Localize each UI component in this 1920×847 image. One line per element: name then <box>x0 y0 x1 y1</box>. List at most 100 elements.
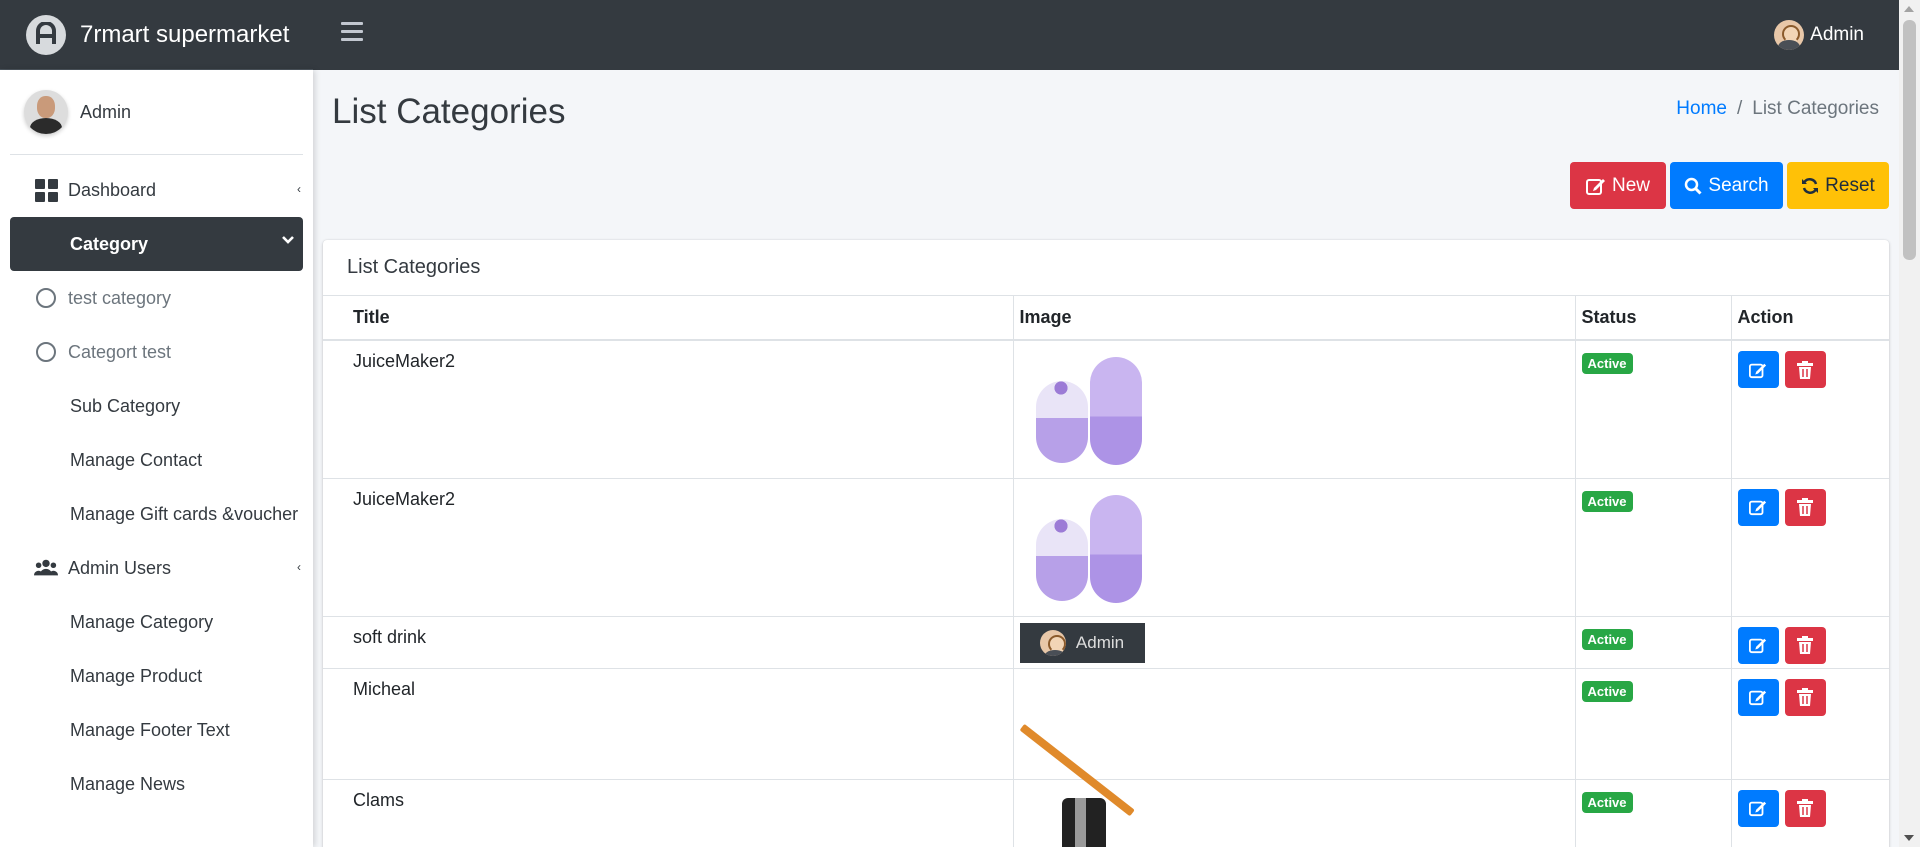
table-row: soft drink Admin Active <box>323 616 1889 669</box>
category-image <box>1028 351 1146 469</box>
sidebar-item-categort-test[interactable]: Categort test <box>10 325 303 379</box>
sidebar-item-sub-category[interactable]: Sub Category <box>10 379 303 433</box>
category-image: Admin <box>1019 622 1145 663</box>
status-badge: Active <box>1581 680 1633 702</box>
breadcrumb-current: List Categories <box>1752 98 1879 119</box>
edit-icon <box>1749 690 1767 706</box>
status-badge: Active <box>1581 490 1633 512</box>
sidebar-user-name: Admin <box>80 101 132 122</box>
categories-table: Title Image Status Action JuiceMaker2 Ac… <box>323 296 1889 847</box>
chevron-down-icon <box>282 236 294 244</box>
category-image <box>1019 679 1150 816</box>
category-image <box>1054 790 1124 847</box>
image-text: Admin <box>1075 632 1125 652</box>
dashboard-grid-icon <box>34 178 58 202</box>
angle-left-icon: ‹ <box>297 182 301 196</box>
table-row: JuiceMaker2 Active <box>323 478 1889 617</box>
row-title: Clams <box>323 779 1014 847</box>
sidebar-item-label: Category <box>70 233 149 254</box>
edit-icon <box>1585 178 1605 195</box>
circle-icon <box>36 288 56 308</box>
category-image <box>1028 489 1146 607</box>
edit-icon <box>1749 363 1767 378</box>
sidebar-menu: Dashboard ‹ Category test category Categ… <box>0 163 313 811</box>
table-row: Clams Active <box>323 779 1889 847</box>
avatar <box>1039 629 1066 656</box>
avatar <box>1774 20 1805 50</box>
sidebar-item-label: Manage Gift cards &voucher <box>70 503 299 524</box>
reset-button[interactable]: Reset <box>1787 162 1889 209</box>
column-header-action: Action <box>1731 296 1889 341</box>
edit-button[interactable] <box>1737 351 1779 388</box>
circle-icon <box>36 342 56 362</box>
user-avatar <box>24 90 68 134</box>
sidebar-item-test-category[interactable]: test category <box>10 271 303 325</box>
sidebar-item-admin-users[interactable]: Admin Users ‹ <box>10 541 303 595</box>
top-navbar: Admin <box>313 0 1899 70</box>
status-badge: Active <box>1581 628 1633 650</box>
sidebar-item-manage-product[interactable]: Manage Product <box>10 649 303 703</box>
users-icon <box>34 556 58 580</box>
new-button[interactable]: New <box>1570 162 1666 209</box>
table-row: JuiceMaker2 Active <box>323 340 1889 479</box>
delete-button[interactable] <box>1784 626 1826 664</box>
sidebar-item-manage-gift-cards[interactable]: Manage Gift cards &voucher <box>10 487 303 541</box>
menu-toggle-icon[interactable] <box>341 22 363 42</box>
sidebar-item-label: Dashboard <box>68 179 157 200</box>
sidebar-item-manage-contact[interactable]: Manage Contact <box>10 433 303 487</box>
breadcrumb: Home / List Categories <box>1676 98 1879 120</box>
delete-button[interactable] <box>1784 678 1826 716</box>
row-title: JuiceMaker2 <box>323 478 1014 617</box>
brand[interactable]: 7rmart supermarket <box>0 0 313 70</box>
search-button-label: Search <box>1708 174 1769 196</box>
trash-icon <box>1797 636 1813 654</box>
edit-button[interactable] <box>1737 488 1779 526</box>
refresh-icon <box>1802 177 1819 194</box>
breadcrumb-separator: / <box>1736 98 1743 119</box>
top-user-menu[interactable]: Admin <box>1774 0 1864 70</box>
sidebar: Admin Dashboard ‹ Category test category… <box>0 70 313 847</box>
trash-icon <box>1797 360 1813 379</box>
trash-icon <box>1797 688 1813 706</box>
delete-button[interactable] <box>1784 789 1826 827</box>
edit-icon <box>1749 500 1767 516</box>
column-header-status: Status <box>1575 296 1732 341</box>
sidebar-item-manage-news[interactable]: Manage News <box>10 757 303 811</box>
status-badge: Active <box>1581 353 1633 374</box>
new-button-label: New <box>1611 174 1650 196</box>
sidebar-item-dashboard[interactable]: Dashboard ‹ <box>10 163 303 217</box>
edit-button[interactable] <box>1737 626 1779 664</box>
edit-icon <box>1749 638 1767 654</box>
breadcrumb-home-link[interactable]: Home <box>1676 98 1727 120</box>
sidebar-item-category[interactable]: Category <box>10 217 303 271</box>
delete-button[interactable] <box>1784 488 1826 526</box>
reset-button-label: Reset <box>1825 174 1875 196</box>
edit-button[interactable] <box>1737 678 1779 716</box>
scroll-up-icon[interactable] <box>1904 6 1914 12</box>
toolbar: New Search Reset <box>1570 162 1889 209</box>
categories-card: List Categories Title Image Status Actio… <box>323 240 1889 847</box>
sidebar-item-manage-category[interactable]: Manage Category <box>10 595 303 649</box>
table-row: Micheal Active <box>323 668 1889 816</box>
delete-button[interactable] <box>1784 351 1826 388</box>
sidebar-item-label: Categort test <box>68 341 172 362</box>
sidebar-user-panel[interactable]: Admin <box>10 70 303 155</box>
scroll-down-icon[interactable] <box>1904 835 1914 841</box>
scroll-thumb[interactable] <box>1903 20 1916 260</box>
search-icon <box>1685 177 1702 195</box>
trash-icon <box>1797 498 1813 516</box>
row-title: Micheal <box>323 668 1014 780</box>
column-header-image: Image <box>1013 296 1576 341</box>
edit-icon <box>1749 801 1767 817</box>
edit-button[interactable] <box>1737 789 1779 827</box>
brand-logo-icon <box>26 14 66 55</box>
search-button[interactable]: Search <box>1670 162 1783 209</box>
page-title: List Categories <box>332 92 566 131</box>
vertical-scrollbar[interactable] <box>1899 0 1920 847</box>
card-title: List Categories <box>323 240 1889 296</box>
sidebar-item-manage-footer-text[interactable]: Manage Footer Text <box>10 703 303 757</box>
row-title: JuiceMaker2 <box>323 340 1014 479</box>
angle-left-icon: ‹ <box>297 560 301 574</box>
sidebar-item-label: test category <box>68 287 172 308</box>
status-badge: Active <box>1581 791 1633 813</box>
